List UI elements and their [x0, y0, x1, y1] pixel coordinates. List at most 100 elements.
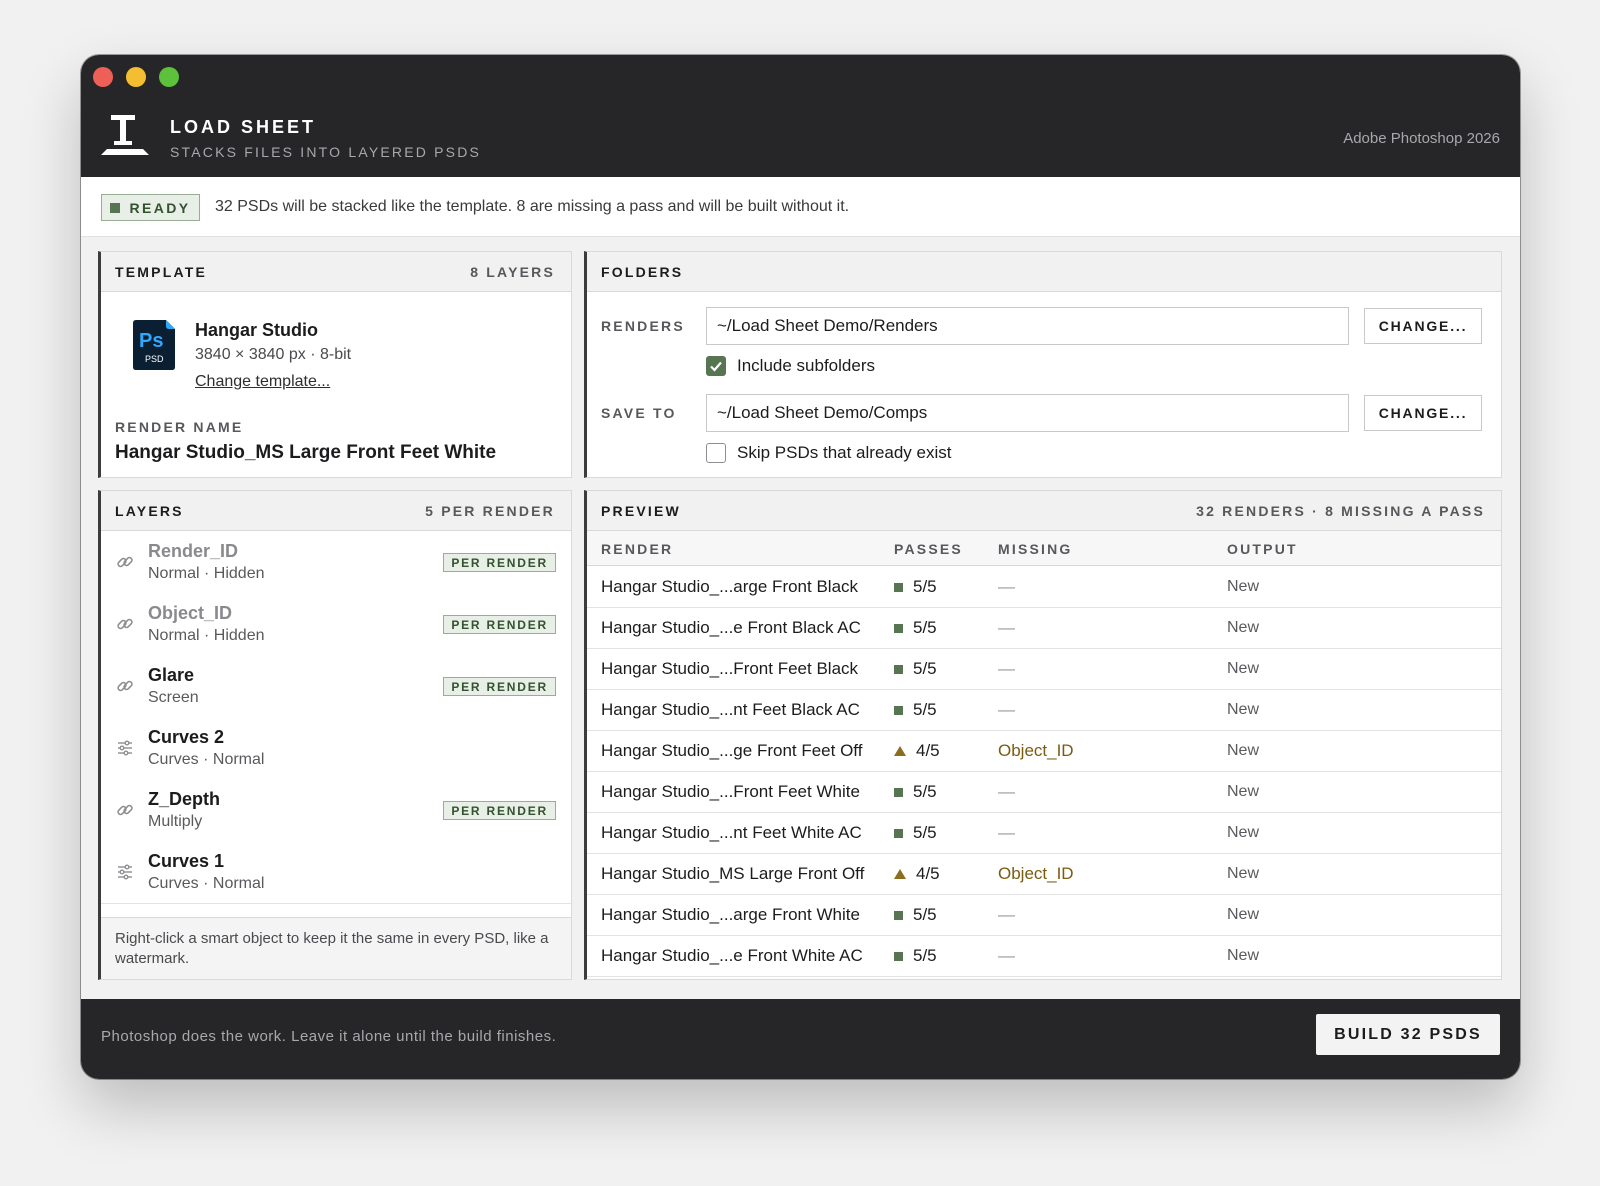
missing-cell: —: [998, 577, 1015, 596]
passes-cell: 5/5: [894, 782, 937, 802]
complete-square-icon: [894, 951, 903, 961]
template-name: Hangar Studio: [195, 320, 319, 340]
passes-value: 4/5: [916, 864, 940, 883]
output-cell: New: [1227, 701, 1260, 718]
output-cell: New: [1227, 660, 1260, 677]
render-name-cell: Hangar Studio_...arge Front Black: [601, 577, 859, 596]
layers-panel: LAYERS 5 PER RENDER Render_ID Normal · Hi…: [98, 490, 572, 980]
change-save-to-button[interactable]: CHANGE...: [1364, 395, 1482, 431]
layer-row[interactable]: Z_Depth Multiply PER RENDER: [101, 779, 571, 842]
complete-square-icon: [894, 623, 903, 633]
template-panel-header: TEMPLATE 8 LAYERS: [101, 252, 571, 292]
missing-cell: —: [998, 946, 1015, 965]
renders-path-input[interactable]: [706, 307, 1349, 345]
missing-cell: Object_ID: [998, 741, 1074, 760]
render-name-cell: Hangar Studio_...e Front Black AC: [601, 618, 861, 637]
template-heading: TEMPLATE: [115, 263, 208, 280]
save-to-path-input[interactable]: [706, 394, 1349, 432]
layer-row[interactable]: Curves 1 Curves · Normal: [101, 841, 571, 904]
render-name-cell: Hangar Studio_MS Large Front Off: [601, 864, 865, 883]
passes-cell: 5/5: [894, 577, 937, 597]
table-row[interactable]: Hangar Studio_...Front Feet Black 5/5 — New: [587, 648, 1501, 690]
include-subfolders-checkbox[interactable]: [706, 356, 726, 376]
complete-square-icon: [894, 664, 903, 674]
passes-cell: 5/5: [894, 905, 937, 925]
table-row[interactable]: Hangar Studio_...e Front White AC 5/5 — New: [587, 935, 1501, 977]
folders-panel-header: FOLDERS: [587, 252, 1501, 292]
include-subfolders-option[interactable]: Include subfolders: [706, 356, 875, 376]
table-row[interactable]: Hangar Studio_...e Front Black AC 5/5 — New: [587, 607, 1501, 649]
passes-cell: 5/5: [894, 618, 937, 638]
status-message: 32 PSDs will be stacked like the templat…: [215, 198, 850, 215]
render-name-cell: Hangar Studio_...e Front White AC: [601, 946, 863, 965]
column-header-output: OUTPUT: [1227, 541, 1298, 557]
table-row[interactable]: Hangar Studio_MS Large Front Off 4/5 Objec…: [587, 853, 1501, 895]
missing-cell: —: [998, 659, 1015, 678]
output-cell: New: [1227, 906, 1260, 923]
close-window-button[interactable]: [93, 67, 113, 87]
layer-blend-mode: Curves · Normal: [148, 875, 265, 892]
per-render-badge: PER RENDER: [443, 801, 556, 820]
missing-cell: —: [998, 823, 1015, 842]
warning-triangle-icon: [894, 869, 906, 879]
warning-triangle-icon: [894, 746, 906, 756]
render-name-cell: Hangar Studio_...ge Front Feet Off: [601, 741, 863, 760]
render-name-cell: Hangar Studio_...nt Feet White AC: [601, 823, 862, 842]
passes-cell: 5/5: [894, 700, 937, 720]
layer-blend-mode: Normal · Hidden: [148, 565, 265, 582]
layers-panel-header: LAYERS 5 PER RENDER: [101, 491, 571, 531]
table-row[interactable]: Hangar Studio_...arge Front White 5/5 — New: [587, 894, 1501, 936]
render-name-cell: Hangar Studio_...Front Feet White: [601, 782, 860, 801]
adjustment-icon: [115, 738, 135, 758]
table-row[interactable]: Hangar Studio_...ge Front Feet Off 4/5 Obj…: [587, 730, 1501, 772]
template-dimensions: 3840 × 3840 px · 8-bit: [195, 346, 352, 363]
layer-blend-mode: Screen: [148, 689, 199, 706]
passes-value: 5/5: [913, 577, 937, 596]
app-footer: Photoshop does the work. Leave it alone …: [81, 999, 1520, 1079]
minimize-window-button[interactable]: [126, 67, 146, 87]
table-row[interactable]: Hangar Studio_...Front Feet White 5/5 — New: [587, 771, 1501, 813]
footer-note: Photoshop does the work. Leave it alone …: [101, 1028, 557, 1045]
skip-existing-option[interactable]: Skip PSDs that already exist: [706, 443, 951, 463]
output-cell: New: [1227, 947, 1260, 964]
preview-heading: PREVIEW: [601, 502, 681, 519]
render-name-label: RENDER NAME: [115, 419, 244, 435]
layer-row[interactable]: Curves 2 Curves · Normal: [101, 717, 571, 780]
output-cell: New: [1227, 865, 1260, 882]
complete-square-icon: [894, 828, 903, 838]
passes-value: 5/5: [913, 823, 937, 842]
layer-blend-mode: Multiply: [148, 813, 203, 830]
render-name-value: Hangar Studio_MS Large Front Feet White: [115, 442, 497, 463]
layer-row[interactable]: Render_ID Normal · Hidden PER RENDER: [101, 531, 571, 594]
output-cell: New: [1227, 578, 1260, 595]
table-row[interactable]: Hangar Studio_...nt Feet White AC 5/5 — New: [587, 812, 1501, 854]
load-sheet-logo-icon: [101, 115, 149, 155]
column-header-render: RENDER: [601, 541, 674, 557]
change-template-link[interactable]: Change template...: [195, 373, 330, 391]
status-square-icon: [110, 202, 121, 213]
layer-name: Render_ID: [148, 541, 239, 561]
column-header-passes: PASSES: [894, 541, 963, 557]
layers-hint: Right-click a smart object to keep it th…: [101, 917, 571, 979]
passes-value: 5/5: [913, 946, 937, 965]
complete-square-icon: [894, 787, 903, 797]
passes-cell: 5/5: [894, 823, 937, 843]
table-row[interactable]: Hangar Studio_...arge Front Black 5/5 — New: [587, 566, 1501, 608]
passes-cell: 4/5: [894, 864, 940, 884]
change-renders-button[interactable]: CHANGE...: [1364, 308, 1482, 344]
app-window: LOAD SHEET STACKS FILES INTO LAYERED PSD…: [81, 55, 1520, 1079]
build-psds-button[interactable]: BUILD 32 PSDS: [1316, 1014, 1500, 1055]
layer-name: Object_ID: [148, 603, 233, 623]
svg-text:Ps: Ps: [139, 330, 163, 352]
zoom-window-button[interactable]: [159, 67, 179, 87]
preview-panel-header: PREVIEW 32 RENDERS · 8 MISSING A PASS: [587, 491, 1501, 531]
layer-row[interactable]: Object_ID Normal · Hidden PER RENDER: [101, 593, 571, 656]
window-controls: [93, 67, 179, 87]
column-header-missing: MISSING: [998, 541, 1073, 557]
table-row[interactable]: Hangar Studio_...nt Feet Black AC 5/5 — New: [587, 689, 1501, 731]
render-name-cell: Hangar Studio_...Front Feet Black: [601, 659, 859, 678]
layer-row[interactable]: Glare Screen PER RENDER: [101, 655, 571, 718]
app-title: LOAD SHEET: [170, 117, 317, 137]
skip-existing-checkbox[interactable]: [706, 443, 726, 463]
per-render-badge: PER RENDER: [443, 615, 556, 634]
